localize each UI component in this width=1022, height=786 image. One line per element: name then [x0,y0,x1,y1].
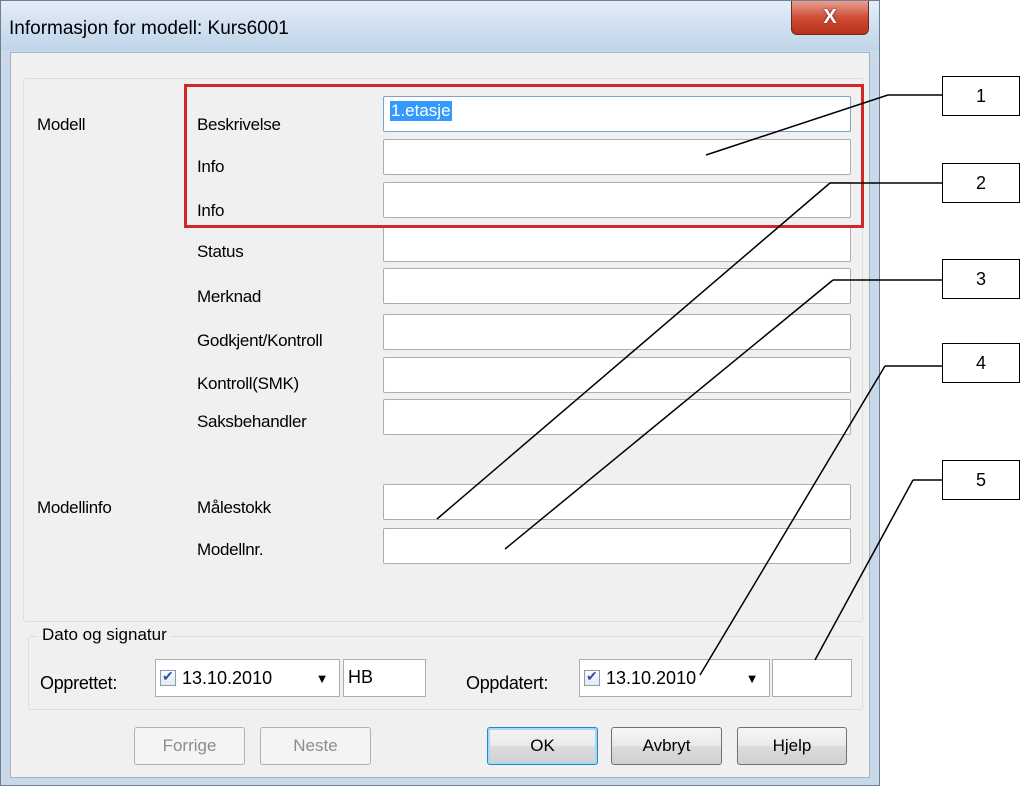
chevron-down-icon[interactable]: ▼ [741,671,763,686]
date-signature-title: Dato og signatur [38,625,171,645]
label-saksbehandler: Saksbehandler [197,412,307,431]
oppdatert-sign-field[interactable] [772,659,852,697]
oppdatert-checkbox[interactable] [584,668,600,686]
merknad-field[interactable] [383,268,851,304]
opprettet-date: 13.10.2010 [182,667,273,688]
label-status: Status [197,242,244,261]
beskrivelse-field[interactable]: 1.etasje [383,96,851,132]
label-godkjent-kontroll: Godkjent/Kontroll [197,331,323,350]
cancel-button[interactable]: Avbryt [611,727,722,765]
info-field-2[interactable] [383,182,851,218]
opprettet-sign-field[interactable]: HB [343,659,426,697]
malestokk-field[interactable] [383,484,851,520]
ok-button[interactable]: OK [487,727,598,765]
opprettet-checkbox[interactable] [160,668,176,686]
kontroll-smk-field[interactable] [383,357,851,393]
close-button[interactable]: X [791,1,869,35]
window-title: Informasjon for modell: Kurs6001 [9,18,289,39]
section-label-modell: Modell [37,115,86,134]
label-kontroll-smk: Kontroll(SMK) [197,374,299,393]
info-field-1[interactable] [383,139,851,175]
close-icon: X [823,6,837,28]
opprettet-date-picker[interactable]: 13.10.2010 ▼ [155,659,340,697]
beskrivelse-value: 1.etasje [390,101,452,121]
label-info-1: Info [197,157,225,176]
status-field[interactable] [383,226,851,262]
label-beskrivelse: Beskrivelse [197,115,281,134]
oppdatert-date-picker[interactable]: 13.10.2010 ▼ [579,659,770,697]
title-bar[interactable]: Informasjon for modell: Kurs6001 X [1,1,879,51]
saksbehandler-field[interactable] [383,399,851,435]
callout-5: 5 [942,460,1020,500]
callout-1: 1 [942,76,1020,116]
label-modellnr: Modellnr. [197,540,264,559]
callout-3: 3 [942,259,1020,299]
callout-4: 4 [942,343,1020,383]
opprettet-label: Opprettet: [40,673,118,693]
godkjent-kontroll-field[interactable] [383,314,851,350]
callout-2: 2 [942,163,1020,203]
label-info-2: Info [197,201,225,220]
previous-button[interactable]: Forrige [134,727,245,765]
label-merknad: Merknad [197,287,262,306]
oppdatert-date: 13.10.2010 [606,667,697,688]
section-label-modellinfo: Modellinfo [37,498,112,517]
modellnr-field[interactable] [383,528,851,564]
oppdatert-label: Oppdatert: [466,673,549,693]
label-malestokk: Målestokk [197,498,271,517]
next-button[interactable]: Neste [260,727,371,765]
help-button[interactable]: Hjelp [737,727,847,765]
chevron-down-icon[interactable]: ▼ [311,671,333,686]
